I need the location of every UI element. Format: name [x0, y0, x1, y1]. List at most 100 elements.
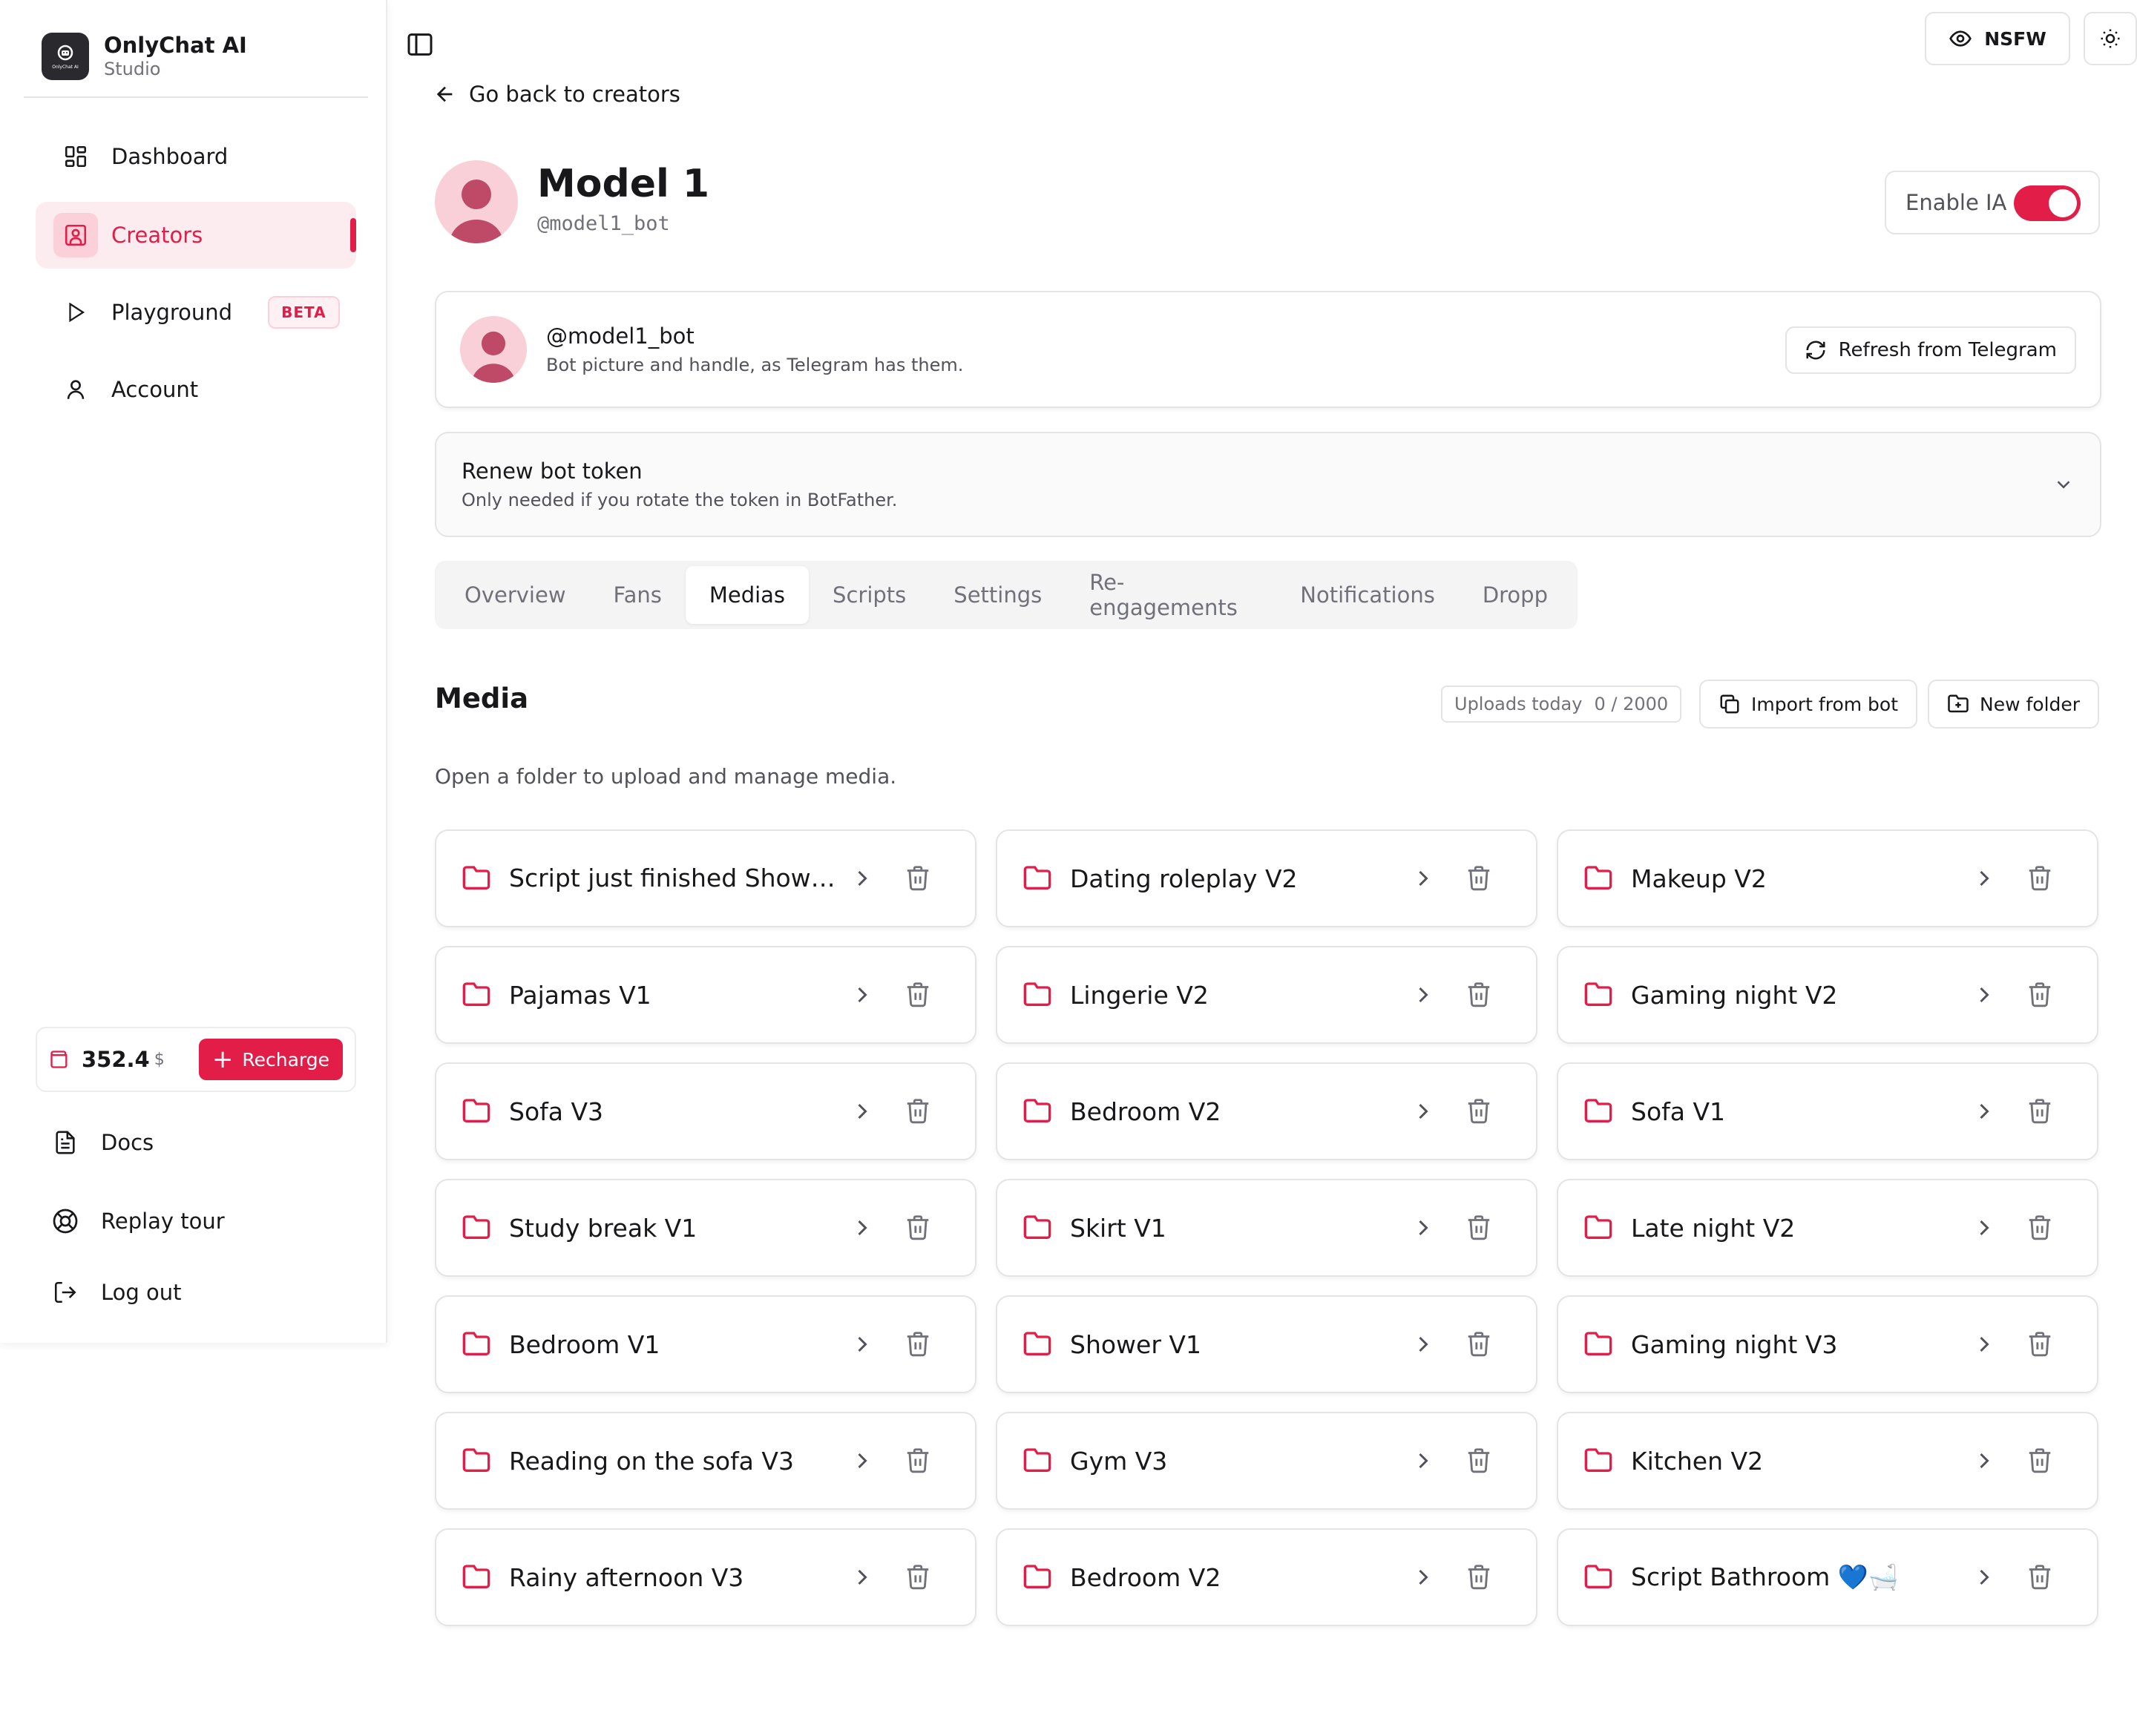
trash-icon[interactable]: [904, 1213, 932, 1241]
folder-icon: [1583, 1562, 1613, 1592]
sidebar-item-playground[interactable]: Playground BETA: [36, 279, 356, 346]
folder-card[interactable]: Pajamas V1: [435, 946, 976, 1044]
chevron-right-icon[interactable]: [1410, 1098, 1437, 1125]
trash-icon[interactable]: [1465, 1213, 1493, 1241]
back-to-creators-link[interactable]: Go back to creators: [433, 82, 680, 107]
folder-card[interactable]: Bedroom V1: [435, 1295, 976, 1393]
folder-name: Bedroom V1: [509, 1329, 660, 1359]
trash-icon[interactable]: [1465, 1096, 1493, 1125]
trash-icon[interactable]: [904, 864, 932, 892]
renew-token-accordion[interactable]: Renew bot token Only needed if you rotat…: [435, 432, 2101, 537]
folder-card[interactable]: Gaming night V3: [1557, 1295, 2098, 1393]
new-folder-button[interactable]: New folder: [1928, 680, 2100, 729]
docs-link[interactable]: Docs: [49, 1126, 154, 1159]
tab-scripts[interactable]: Scripts: [809, 566, 930, 624]
brand-logo-text: OnlyChat AI: [52, 65, 79, 70]
chevron-right-icon[interactable]: [1971, 1098, 1998, 1125]
trash-icon[interactable]: [904, 980, 932, 1008]
chevron-right-icon[interactable]: [1971, 865, 1998, 892]
chevron-right-icon[interactable]: [1410, 1331, 1437, 1358]
chevron-right-icon[interactable]: [1971, 1447, 1998, 1474]
sidebar-item-dashboard[interactable]: Dashboard: [36, 123, 356, 190]
folder-icon: [1022, 1096, 1052, 1126]
folder-card[interactable]: Dating roleplay V2: [996, 829, 1537, 927]
tab-settings[interactable]: Settings: [930, 566, 1066, 624]
trash-icon[interactable]: [904, 1329, 932, 1358]
tab-dropp[interactable]: Dropp: [1459, 566, 1572, 624]
sidebar-item-account[interactable]: Account: [36, 356, 356, 423]
chevron-right-icon[interactable]: [1410, 1564, 1437, 1591]
folder-card[interactable]: Gaming night V2: [1557, 946, 2098, 1044]
trash-icon[interactable]: [904, 1562, 932, 1591]
chevron-right-icon[interactable]: [849, 1447, 876, 1474]
refresh-from-telegram-button[interactable]: Refresh from Telegram: [1785, 326, 2076, 374]
folder-icon: [462, 1562, 491, 1592]
theme-toggle-button[interactable]: [2084, 12, 2137, 65]
trash-icon[interactable]: [1465, 1562, 1493, 1591]
import-from-bot-button[interactable]: Import from bot: [1699, 680, 1918, 729]
chevron-right-icon[interactable]: [1971, 1331, 1998, 1358]
trash-icon[interactable]: [2026, 980, 2054, 1008]
folder-icon: [1022, 1213, 1052, 1243]
sidebar-item-creators[interactable]: Creators: [36, 202, 356, 269]
tab-notifications[interactable]: Notifications: [1276, 566, 1459, 624]
trash-icon[interactable]: [1465, 980, 1493, 1008]
folder-card[interactable]: Reading on the sofa V3: [435, 1412, 976, 1510]
beta-badge: BETA: [268, 296, 340, 329]
chevron-right-icon[interactable]: [849, 1564, 876, 1591]
chevron-right-icon[interactable]: [1971, 982, 1998, 1008]
folder-card[interactable]: Rainy afternoon V3: [435, 1528, 976, 1626]
folder-card[interactable]: Kitchen V2: [1557, 1412, 2098, 1510]
folder-name: Late night V2: [1631, 1213, 1796, 1243]
enable-ia-toggle[interactable]: [2014, 185, 2081, 221]
tab-re-engagements[interactable]: Re-engagements: [1066, 566, 1276, 624]
brand[interactable]: OnlyChat AI OnlyChat AI Studio: [42, 33, 247, 80]
chevron-right-icon[interactable]: [1410, 865, 1437, 892]
trash-icon[interactable]: [1465, 1329, 1493, 1358]
trash-icon[interactable]: [1465, 1446, 1493, 1474]
folder-card[interactable]: Sofa V3: [435, 1062, 976, 1160]
tab-fans[interactable]: Fans: [590, 566, 686, 624]
trash-icon[interactable]: [2026, 1446, 2054, 1474]
sidebar-item-label: Creators: [111, 223, 203, 248]
tab-medias[interactable]: Medias: [685, 566, 810, 624]
chevron-right-icon[interactable]: [849, 982, 876, 1008]
chevron-right-icon[interactable]: [1410, 1214, 1437, 1241]
trash-icon[interactable]: [2026, 1213, 2054, 1241]
trash-icon[interactable]: [2026, 1329, 2054, 1358]
chevron-right-icon[interactable]: [1410, 1447, 1437, 1474]
folder-card[interactable]: Gym V3: [996, 1412, 1537, 1510]
logout-link[interactable]: Log out: [49, 1276, 182, 1309]
chevron-right-icon[interactable]: [1971, 1564, 1998, 1591]
sidebar-toggle-icon[interactable]: [405, 30, 435, 59]
chevron-right-icon[interactable]: [1410, 982, 1437, 1008]
folder-card[interactable]: Skirt V1: [996, 1179, 1537, 1277]
nsfw-toggle-button[interactable]: NSFW: [1925, 12, 2070, 65]
replay-tour-link[interactable]: Replay tour: [49, 1205, 225, 1237]
tab-overview[interactable]: Overview: [441, 566, 590, 624]
chevron-right-icon[interactable]: [849, 1098, 876, 1125]
chevron-right-icon[interactable]: [1971, 1214, 1998, 1241]
trash-icon[interactable]: [2026, 1096, 2054, 1125]
folder-name: Gym V3: [1070, 1446, 1168, 1476]
sidebar-item-label: Playground: [111, 300, 233, 325]
folder-card[interactable]: Makeup V2: [1557, 829, 2098, 927]
folder-card[interactable]: Sofa V1: [1557, 1062, 2098, 1160]
chevron-right-icon[interactable]: [849, 1214, 876, 1241]
folder-card[interactable]: Late night V2: [1557, 1179, 2098, 1277]
chevron-right-icon[interactable]: [849, 1331, 876, 1358]
trash-icon[interactable]: [1465, 864, 1493, 892]
trash-icon[interactable]: [2026, 1562, 2054, 1591]
chevron-right-icon[interactable]: [849, 865, 876, 892]
folder-card[interactable]: Bedroom V2: [996, 1062, 1537, 1160]
recharge-button[interactable]: + Recharge: [198, 1039, 343, 1080]
folder-card[interactable]: Bedroom V2: [996, 1528, 1537, 1626]
folder-card[interactable]: Script just finished Shower 🚿: [435, 829, 976, 927]
trash-icon[interactable]: [2026, 864, 2054, 892]
trash-icon[interactable]: [904, 1096, 932, 1125]
folder-card[interactable]: Lingerie V2: [996, 946, 1537, 1044]
folder-card[interactable]: Script Bathroom 💙🛁: [1557, 1528, 2098, 1626]
trash-icon[interactable]: [904, 1446, 932, 1474]
folder-card[interactable]: Shower V1: [996, 1295, 1537, 1393]
folder-card[interactable]: Study break V1: [435, 1179, 976, 1277]
